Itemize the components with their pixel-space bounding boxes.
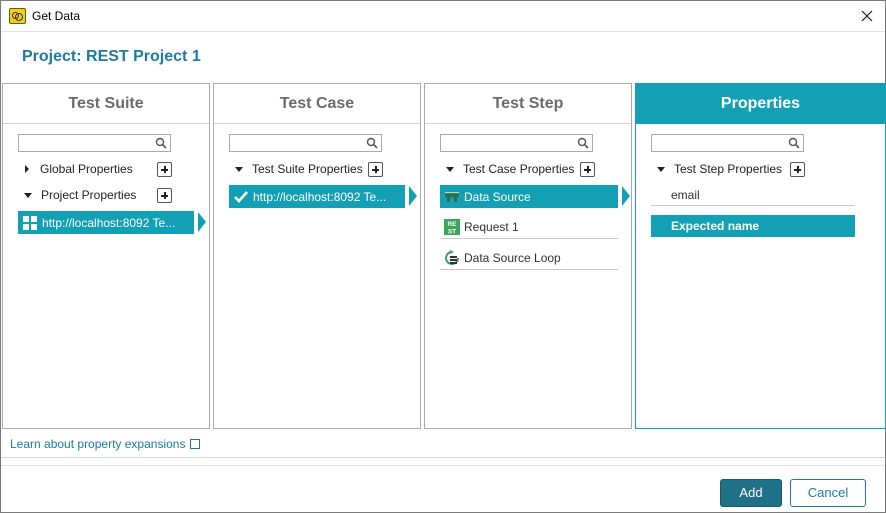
item-label: Data Source Loop (464, 251, 561, 265)
learn-property-expansions-link[interactable]: Learn about property expansions (10, 437, 201, 451)
selection-arrow-icon (409, 186, 417, 206)
tree-node-test-step-properties[interactable]: Test Step Properties (657, 159, 782, 179)
tree-node-test-case-properties[interactable]: Test Case Properties (446, 159, 574, 179)
search-icon (155, 137, 167, 149)
item-label: Expected name (671, 219, 760, 233)
app-icon (9, 8, 26, 24)
add-project-property-button[interactable] (157, 188, 172, 203)
collapse-arrow-icon[interactable] (235, 166, 243, 172)
data-source-icon (444, 189, 460, 205)
collapse-arrow-icon[interactable] (657, 166, 665, 172)
add-test-case-property-button[interactable] (580, 162, 595, 177)
search-icon (577, 137, 589, 149)
column-header-test-step: Test Step (425, 84, 631, 124)
test-step-item-data-source-loop[interactable]: Data Source Loop (440, 247, 618, 270)
column-browser: Test Suite Global Properties Project Pro… (2, 83, 886, 429)
column-properties: Properties Test Step Properties email Ex… (635, 83, 886, 429)
property-item-email[interactable]: email (651, 184, 855, 206)
divider (1, 465, 885, 466)
search-icon (366, 137, 378, 149)
tree-node-test-suite-properties[interactable]: Test Suite Properties (235, 159, 363, 179)
item-label: Request 1 (464, 220, 519, 234)
test-step-item-request-1[interactable]: RE ST Request 1 (440, 216, 618, 239)
item-label: http://localhost:8092 Te... (42, 215, 176, 230)
project-title: Project: REST Project 1 (22, 48, 201, 65)
search-input-test-case[interactable] (229, 134, 382, 152)
search-input-test-suite[interactable] (18, 134, 171, 152)
collapse-arrow-icon[interactable] (446, 166, 454, 172)
search-input-properties[interactable] (651, 134, 804, 152)
item-label: email (671, 187, 700, 202)
item-label: Data Source (464, 189, 531, 204)
selection-arrow-icon (622, 186, 630, 206)
get-data-dialog: Get Data Project: REST Project 1 Test Su… (0, 0, 886, 513)
tree-label: Test Case Properties (463, 162, 575, 176)
tree-label: Global Properties (40, 162, 133, 176)
close-icon (861, 10, 873, 22)
link-label: Learn about property expansions (10, 437, 186, 451)
column-test-case: Test Case Test Suite Properties http://l (213, 83, 421, 429)
add-global-property-button[interactable] (157, 162, 172, 177)
tree-node-global-properties[interactable]: Global Properties (25, 159, 133, 179)
external-link-icon (190, 439, 201, 449)
rest-request-icon: RE ST (444, 219, 460, 236)
tree-label: Test Suite Properties (252, 162, 363, 176)
test-suite-icon (22, 215, 38, 231)
window-title: Get Data (32, 9, 81, 23)
collapse-arrow-icon[interactable] (24, 192, 32, 198)
tree-node-project-properties[interactable]: Project Properties (24, 185, 136, 205)
data-source-loop-icon (444, 250, 460, 266)
expand-arrow-icon[interactable] (25, 165, 29, 173)
selected-test-suite[interactable]: http://localhost:8092 Te... (18, 211, 194, 234)
property-item-expected-name[interactable]: Expected name (651, 215, 855, 237)
column-header-test-case: Test Case (214, 84, 420, 124)
add-test-suite-property-button[interactable] (368, 162, 383, 177)
selected-test-case[interactable]: http://localhost:8092 Te... (229, 185, 405, 208)
divider (1, 457, 885, 458)
search-icon (788, 137, 800, 149)
svg-text:ST: ST (448, 229, 456, 236)
column-header-test-suite: Test Suite (3, 84, 209, 124)
item-label: http://localhost:8092 Te... (253, 189, 387, 204)
add-test-step-property-button[interactable] (790, 162, 805, 177)
cancel-button[interactable]: Cancel (790, 479, 866, 507)
search-input-test-step[interactable] (440, 134, 593, 152)
column-test-step: Test Step Test Case Properties Data Sour… (424, 83, 632, 429)
add-button[interactable]: Add (720, 479, 782, 507)
checkmark-icon (233, 189, 249, 205)
svg-text:RE: RE (447, 221, 457, 228)
column-header-properties: Properties (636, 84, 885, 124)
tree-label: Test Step Properties (674, 162, 783, 176)
test-step-item-data-source[interactable]: Data Source (440, 185, 618, 208)
title-bar: Get Data (1, 1, 885, 32)
column-test-suite: Test Suite Global Properties Project Pro… (2, 83, 210, 429)
close-button[interactable] (855, 4, 879, 28)
selection-arrow-icon (198, 212, 206, 232)
tree-label: Project Properties (41, 188, 137, 202)
